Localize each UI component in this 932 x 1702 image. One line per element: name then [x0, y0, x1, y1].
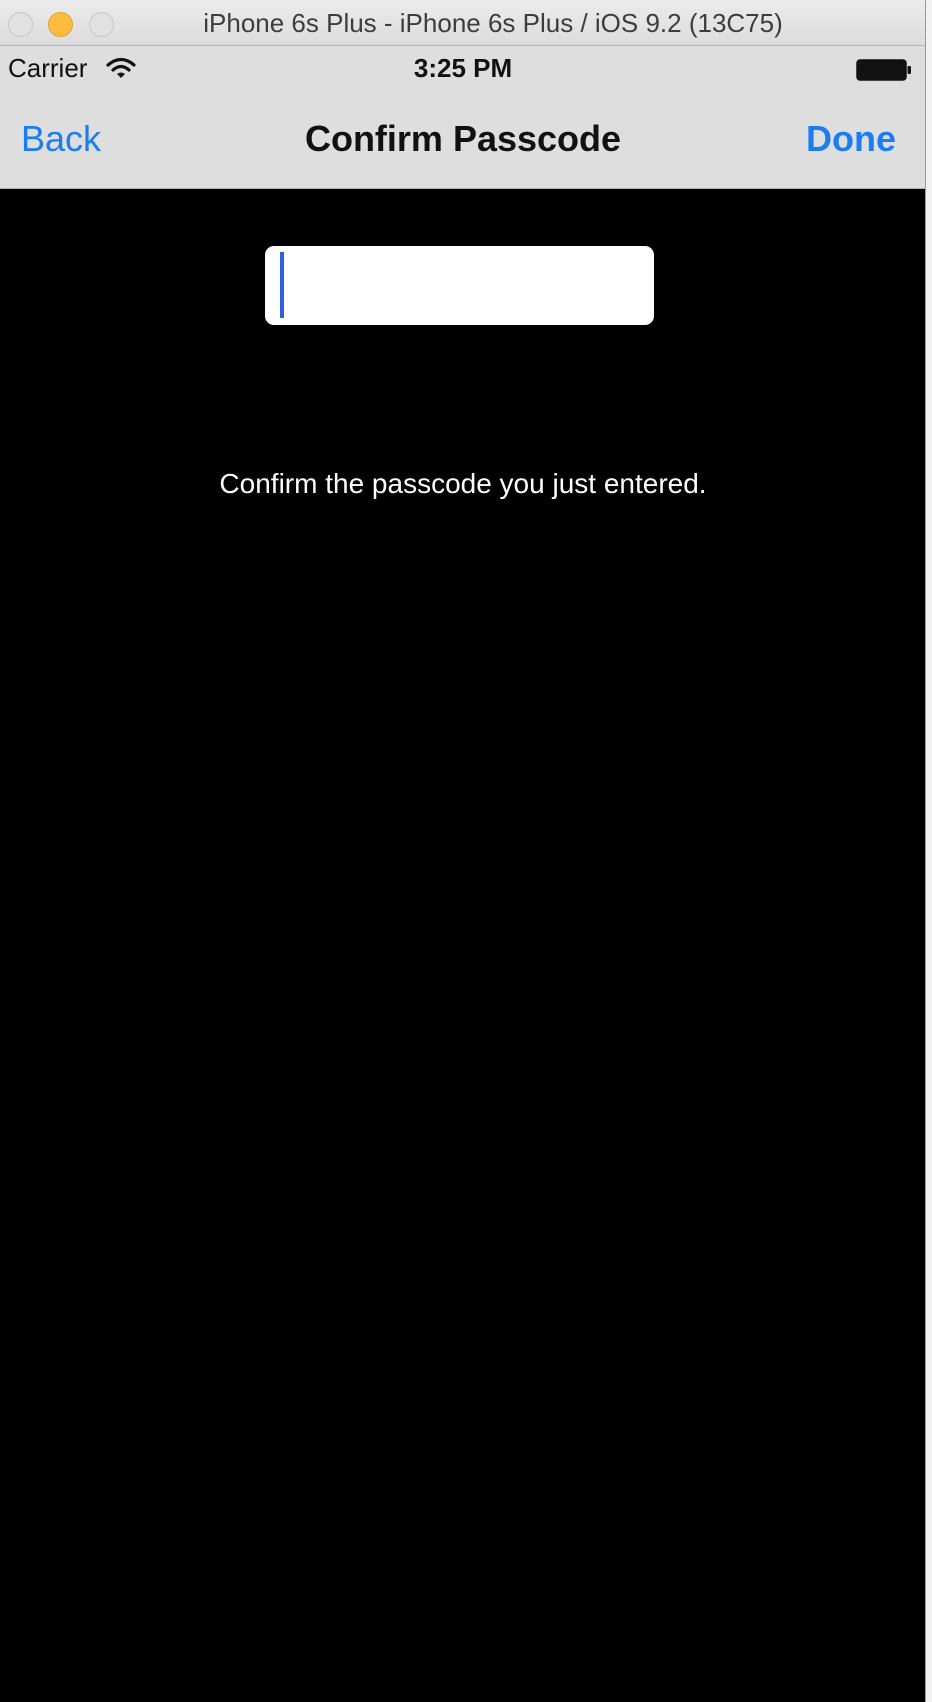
ios-status-bar: Carrier 3:25 PM [0, 46, 925, 88]
text-caret [280, 252, 284, 318]
simulator-window: iPhone 6s Plus - iPhone 6s Plus / iOS 9.… [0, 0, 926, 1702]
navigation-bar: Back Confirm Passcode Done [0, 88, 925, 189]
passcode-content: Confirm the passcode you just entered. [0, 190, 925, 1702]
background-window-edge [926, 0, 932, 1702]
status-time: 3:25 PM [413, 53, 513, 83]
battery-icon [856, 59, 911, 81]
passcode-instructions: Confirm the passcode you just entered. [219, 468, 707, 499]
window-title: iPhone 6s Plus - iPhone 6s Plus / iOS 9.… [203, 8, 783, 38]
window-titlebar: iPhone 6s Plus - iPhone 6s Plus / iOS 9.… [0, 0, 925, 46]
done-button[interactable]: Done [806, 118, 896, 160]
passcode-input[interactable] [265, 246, 654, 325]
page-title: Confirm Passcode [304, 118, 622, 159]
